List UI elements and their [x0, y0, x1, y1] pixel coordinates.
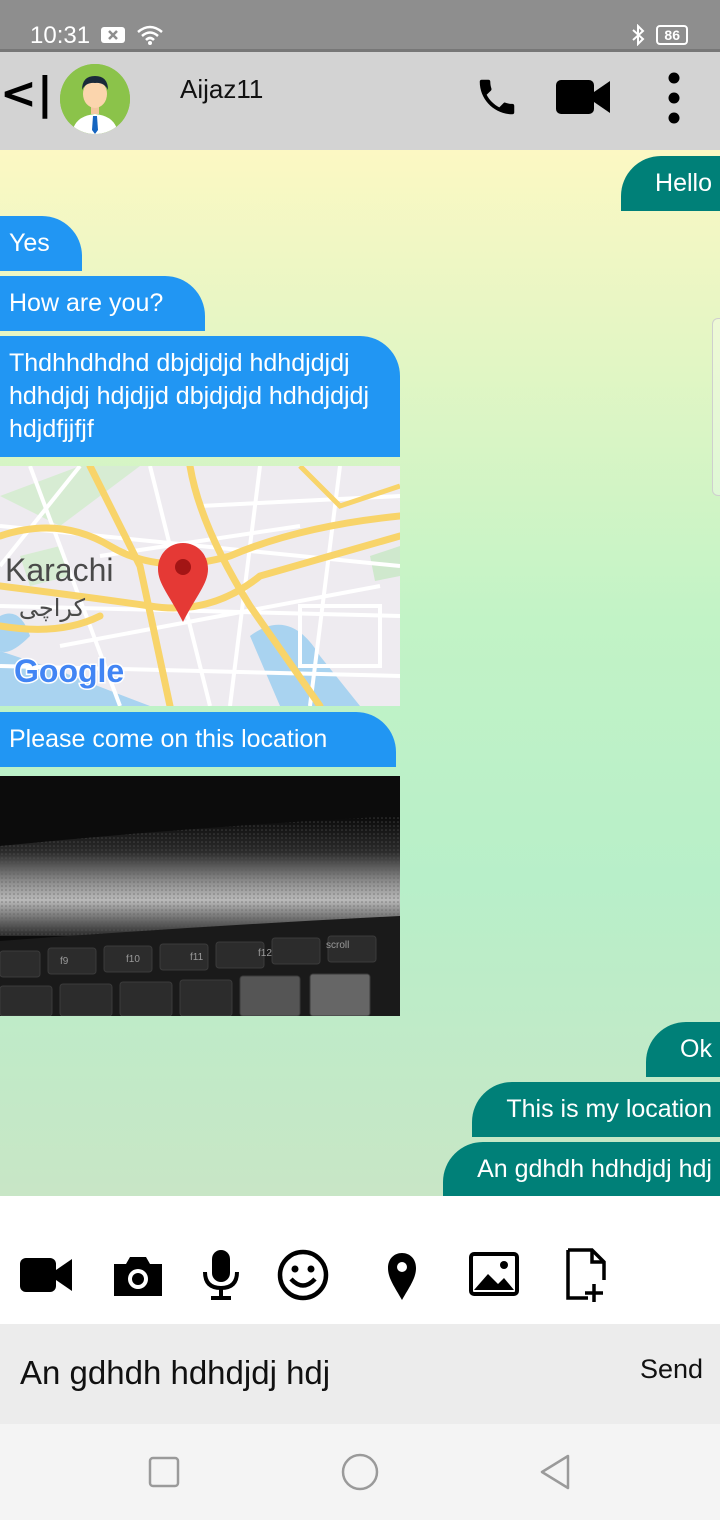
video-icon[interactable]	[18, 1248, 74, 1302]
home-icon[interactable]	[340, 1452, 380, 1492]
key-label: f12	[258, 948, 272, 959]
scrollbar[interactable]	[712, 318, 720, 496]
wifi-icon	[137, 25, 163, 45]
map-city-label-urdu: کراچی	[19, 594, 86, 622]
chat-area[interactable]: Hello Yes How are you? Thdhhdhdhd dbjdjd…	[0, 150, 720, 1196]
video-call-icon[interactable]	[556, 78, 610, 116]
bluetooth-icon	[632, 24, 645, 46]
recent-apps-icon[interactable]	[144, 1452, 184, 1492]
avatar[interactable]	[60, 64, 130, 134]
contact-name[interactable]: Aijaz11	[180, 74, 263, 105]
map-city-label: Karachi	[5, 552, 114, 588]
message-incoming[interactable]: Thdhhdhdhd dbjdjdjd hdhdjdjdj hdhdjdj hd…	[0, 336, 400, 457]
composer-bar: Send	[0, 1324, 720, 1424]
attachment-bar	[0, 1196, 720, 1324]
message-outgoing[interactable]: Hello	[621, 156, 720, 211]
back-icon[interactable]	[536, 1452, 576, 1492]
status-time: 10:31	[30, 22, 91, 49]
image-icon[interactable]	[466, 1248, 522, 1302]
message-outgoing[interactable]: This is my location	[472, 1082, 720, 1137]
map-image: Karachi کراچی Google	[0, 466, 400, 706]
phone-icon[interactable]	[474, 74, 520, 120]
message-incoming[interactable]: Please come on this location	[0, 712, 396, 767]
key-label: f9	[60, 956, 69, 967]
key-label: f11	[190, 952, 204, 963]
notification-x-icon	[101, 27, 125, 43]
camera-icon[interactable]	[110, 1248, 166, 1302]
back-button[interactable]: <|	[0, 68, 53, 119]
message-outgoing[interactable]: Ok	[646, 1022, 720, 1077]
photo-message[interactable]: f9 f10 f11 f12 scroll	[0, 776, 400, 1016]
app-bar: <| Aijaz11	[0, 52, 720, 150]
message-incoming[interactable]: How are you?	[0, 276, 205, 331]
more-vert-icon[interactable]	[662, 72, 686, 124]
message-outgoing[interactable]: An gdhdh hdhdjdj hdj	[443, 1142, 720, 1196]
send-button[interactable]: Send	[640, 1354, 703, 1385]
emoji-icon[interactable]	[275, 1248, 331, 1302]
google-logo: Google	[14, 653, 124, 689]
message-incoming[interactable]: Yes	[0, 216, 82, 271]
status-bar: 10:31 86	[0, 0, 720, 52]
system-nav-bar	[0, 1424, 720, 1520]
microphone-icon[interactable]	[193, 1248, 249, 1302]
add-file-icon[interactable]	[558, 1248, 614, 1302]
key-label: f10	[126, 954, 140, 965]
location-pin-icon[interactable]	[374, 1248, 430, 1302]
battery-icon: 86	[656, 25, 688, 45]
key-label: scroll	[326, 940, 349, 951]
map-message[interactable]: Karachi کراچی Google	[0, 466, 400, 706]
message-input[interactable]	[20, 1354, 600, 1392]
keyboard-photo: f9 f10 f11 f12 scroll	[0, 776, 400, 1016]
